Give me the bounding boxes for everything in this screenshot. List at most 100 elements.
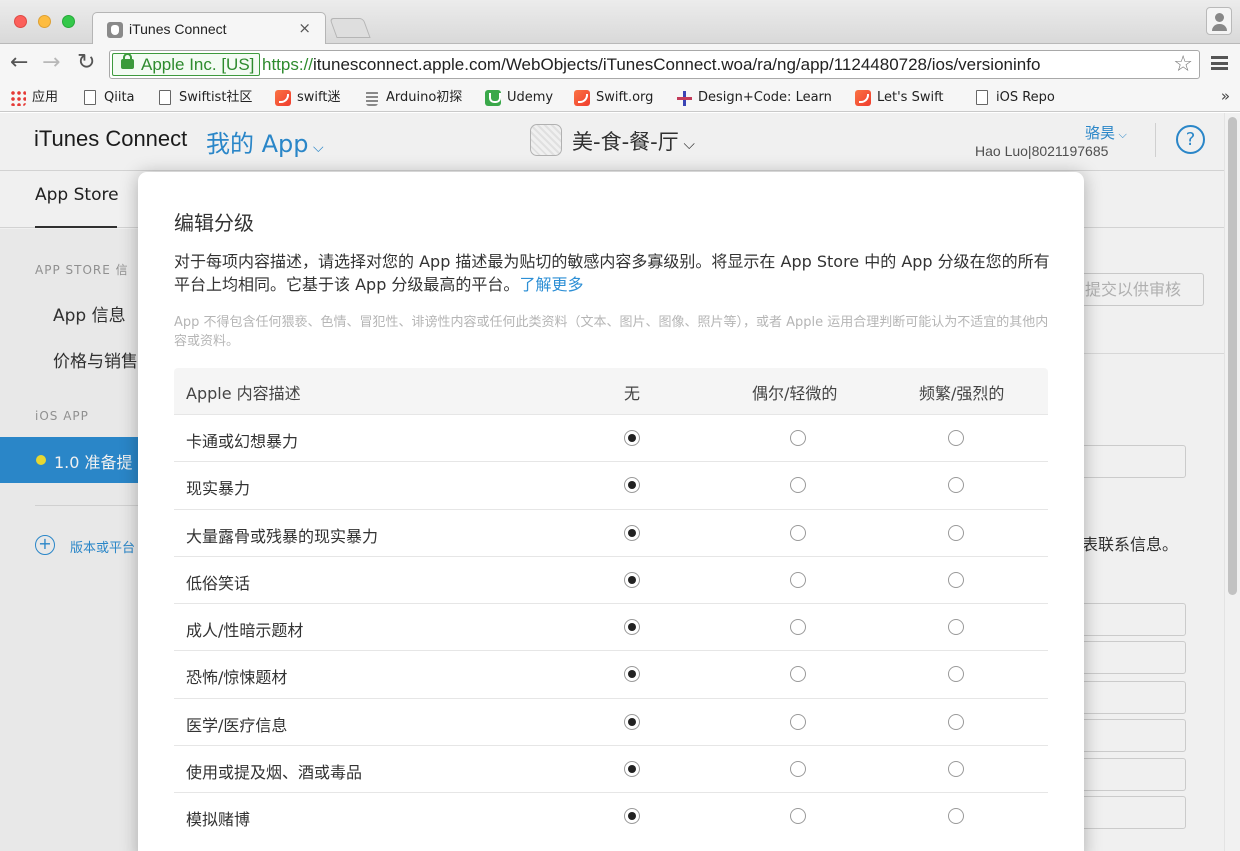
url-path: itunesconnect.apple.com/WebObjects/iTune…	[313, 55, 1041, 74]
bookmark-ios-repo[interactable]: iOS Repo	[974, 88, 1055, 108]
bookmark-label: Udemy	[507, 90, 554, 105]
radio-none[interactable]	[624, 571, 640, 588]
ev-label: Apple Inc. [US]	[141, 55, 255, 74]
content-descriptor-label: 低俗笑话	[186, 573, 251, 593]
radio-none[interactable]	[624, 761, 640, 778]
table-row: 模拟赌博	[174, 792, 1048, 839]
forward-arrow-icon[interactable]: →	[42, 51, 60, 75]
table-row: 现实暴力	[174, 461, 1048, 508]
radio-mild[interactable]	[790, 808, 806, 825]
browser-toolbar: ← → ↻ Apple Inc. [US] https://itunesconn…	[0, 44, 1240, 84]
bookmark-qiita[interactable]: Qiita	[82, 88, 135, 108]
udemy-icon	[485, 90, 501, 106]
browser-tab[interactable]: iTunes Connect ×	[92, 12, 326, 45]
column-header-frequent: 频繁/强烈的	[919, 384, 1005, 403]
radio-none[interactable]	[624, 666, 640, 683]
table-row: 使用或提及烟、酒或毒品	[174, 745, 1048, 792]
bookmark-label: swift迷	[297, 90, 341, 105]
radio-none[interactable]	[624, 477, 640, 494]
table-row: 卡通或幻想暴力	[174, 414, 1048, 461]
radio-frequent[interactable]	[948, 477, 964, 494]
swift-icon	[855, 90, 871, 106]
url-protocol: https://	[262, 55, 314, 74]
learn-more-link[interactable]: 了解更多	[519, 275, 583, 294]
bookmark-star-icon[interactable]: ☆	[1173, 52, 1193, 77]
description-text: 对于每项内容描述，请选择对您的 App 描述最为贴切的敏感内容多寡级别。将显示在…	[174, 252, 1050, 294]
content-descriptor-label: 医学/医疗信息	[186, 715, 288, 735]
radio-frequent[interactable]	[948, 430, 964, 446]
back-arrow-icon[interactable]: ←	[10, 51, 28, 75]
url-text[interactable]: https://itunesconnect.apple.com/WebObjec…	[262, 55, 1040, 75]
arduino-icon	[366, 90, 378, 106]
page-scrollbar[interactable]	[1224, 113, 1240, 851]
radio-none[interactable]	[624, 430, 640, 446]
radio-mild[interactable]	[790, 761, 806, 778]
minimize-window-button[interactable]	[38, 15, 51, 28]
bookmark-swift-org[interactable]: Swift.org	[574, 88, 653, 108]
bookmark-label: Swift.org	[596, 90, 654, 105]
radio-mild[interactable]	[790, 524, 806, 541]
bookmark-udemy[interactable]: Udemy	[485, 88, 553, 108]
scrollbar-thumb[interactable]	[1228, 117, 1237, 595]
bookmark-swift-mi[interactable]: swift迷	[275, 88, 340, 108]
modal-description: 对于每项内容描述，请选择对您的 App 描述最为贴切的敏感内容多寡级别。将显示在…	[174, 250, 1054, 296]
address-bar[interactable]: Apple Inc. [US] https://itunesconnect.ap…	[109, 50, 1200, 79]
close-window-button[interactable]	[14, 15, 27, 28]
content-policy-note: App 不得包含任何猥亵、色情、冒犯性、诽谤性内容或任何此类资料（文本、图片、图…	[174, 315, 1049, 349]
ev-certificate-badge[interactable]: Apple Inc. [US]	[112, 53, 261, 76]
bookmark-apps[interactable]: 应用	[10, 88, 58, 108]
content-descriptor-label: 现实暴力	[186, 479, 251, 499]
radio-frequent[interactable]	[948, 713, 964, 730]
bookmark-design-code[interactable]: Design+Code: Learn	[676, 88, 832, 108]
zoom-window-button[interactable]	[62, 15, 75, 28]
radio-mild[interactable]	[790, 619, 806, 636]
radio-none[interactable]	[624, 713, 640, 730]
radio-frequent[interactable]	[948, 619, 964, 636]
column-header-mild: 偶尔/轻微的	[752, 384, 838, 403]
bookmark-label: Let's Swift	[877, 90, 944, 105]
table-row: 低俗笑话	[174, 555, 1048, 603]
hamburger-menu-icon[interactable]	[1211, 56, 1228, 70]
swift-icon	[574, 90, 590, 106]
browser-titlebar: iTunes Connect ×	[0, 0, 1240, 45]
bookmark-arduino[interactable]: Arduino初探	[364, 88, 462, 108]
bookmark-label: Qiita	[104, 90, 135, 105]
lock-icon	[121, 53, 134, 69]
bookmark-swiftist[interactable]: Swiftist社区	[157, 88, 252, 108]
radio-frequent[interactable]	[948, 524, 964, 541]
bookmarks-more-icon[interactable]: »	[1221, 87, 1230, 105]
bookmark-label: iOS Repo	[996, 90, 1055, 105]
plus-icon	[676, 90, 692, 106]
apple-favicon-icon	[107, 22, 123, 38]
apps-grid-icon	[10, 90, 26, 106]
radio-none[interactable]	[624, 524, 640, 541]
radio-mild[interactable]	[790, 666, 806, 683]
radio-frequent[interactable]	[948, 666, 964, 683]
content-descriptor-label: 模拟赌博	[186, 810, 251, 830]
content-descriptor-label: 大量露骨或残暴的现实暴力	[186, 526, 379, 546]
bookmark-label: 应用	[32, 90, 59, 105]
bookmarks-bar: 应用 Qiita Swiftist社区 swift迷 Arduino初探 Ude…	[0, 84, 1240, 112]
reload-icon[interactable]: ↻	[77, 51, 95, 75]
radio-none[interactable]	[624, 808, 640, 825]
bookmark-label: Swiftist社区	[179, 90, 253, 105]
bookmark-label: Design+Code: Learn	[698, 90, 832, 105]
table-row: 大量露骨或残暴的现实暴力	[174, 508, 1048, 556]
radio-frequent[interactable]	[948, 761, 964, 778]
new-tab-button[interactable]	[329, 18, 371, 38]
radio-mild[interactable]	[790, 571, 806, 588]
radio-mild[interactable]	[790, 477, 806, 494]
radio-mild[interactable]	[790, 713, 806, 730]
radio-frequent[interactable]	[948, 571, 964, 588]
profile-icon[interactable]	[1206, 7, 1232, 35]
close-tab-icon[interactable]: ×	[298, 19, 311, 37]
bookmark-lets-swift[interactable]: Let's Swift	[855, 88, 944, 108]
radio-mild[interactable]	[790, 430, 806, 446]
content-descriptor-label: 使用或提及烟、酒或毒品	[186, 763, 363, 783]
bookmark-label: Arduino初探	[386, 90, 463, 105]
tab-title: iTunes Connect	[129, 21, 227, 37]
radio-frequent[interactable]	[948, 808, 964, 825]
radio-none[interactable]	[624, 619, 640, 636]
table-row: 恐怖/惊悚题材	[174, 650, 1048, 697]
table-row: 成人/性暗示题材	[174, 603, 1048, 650]
